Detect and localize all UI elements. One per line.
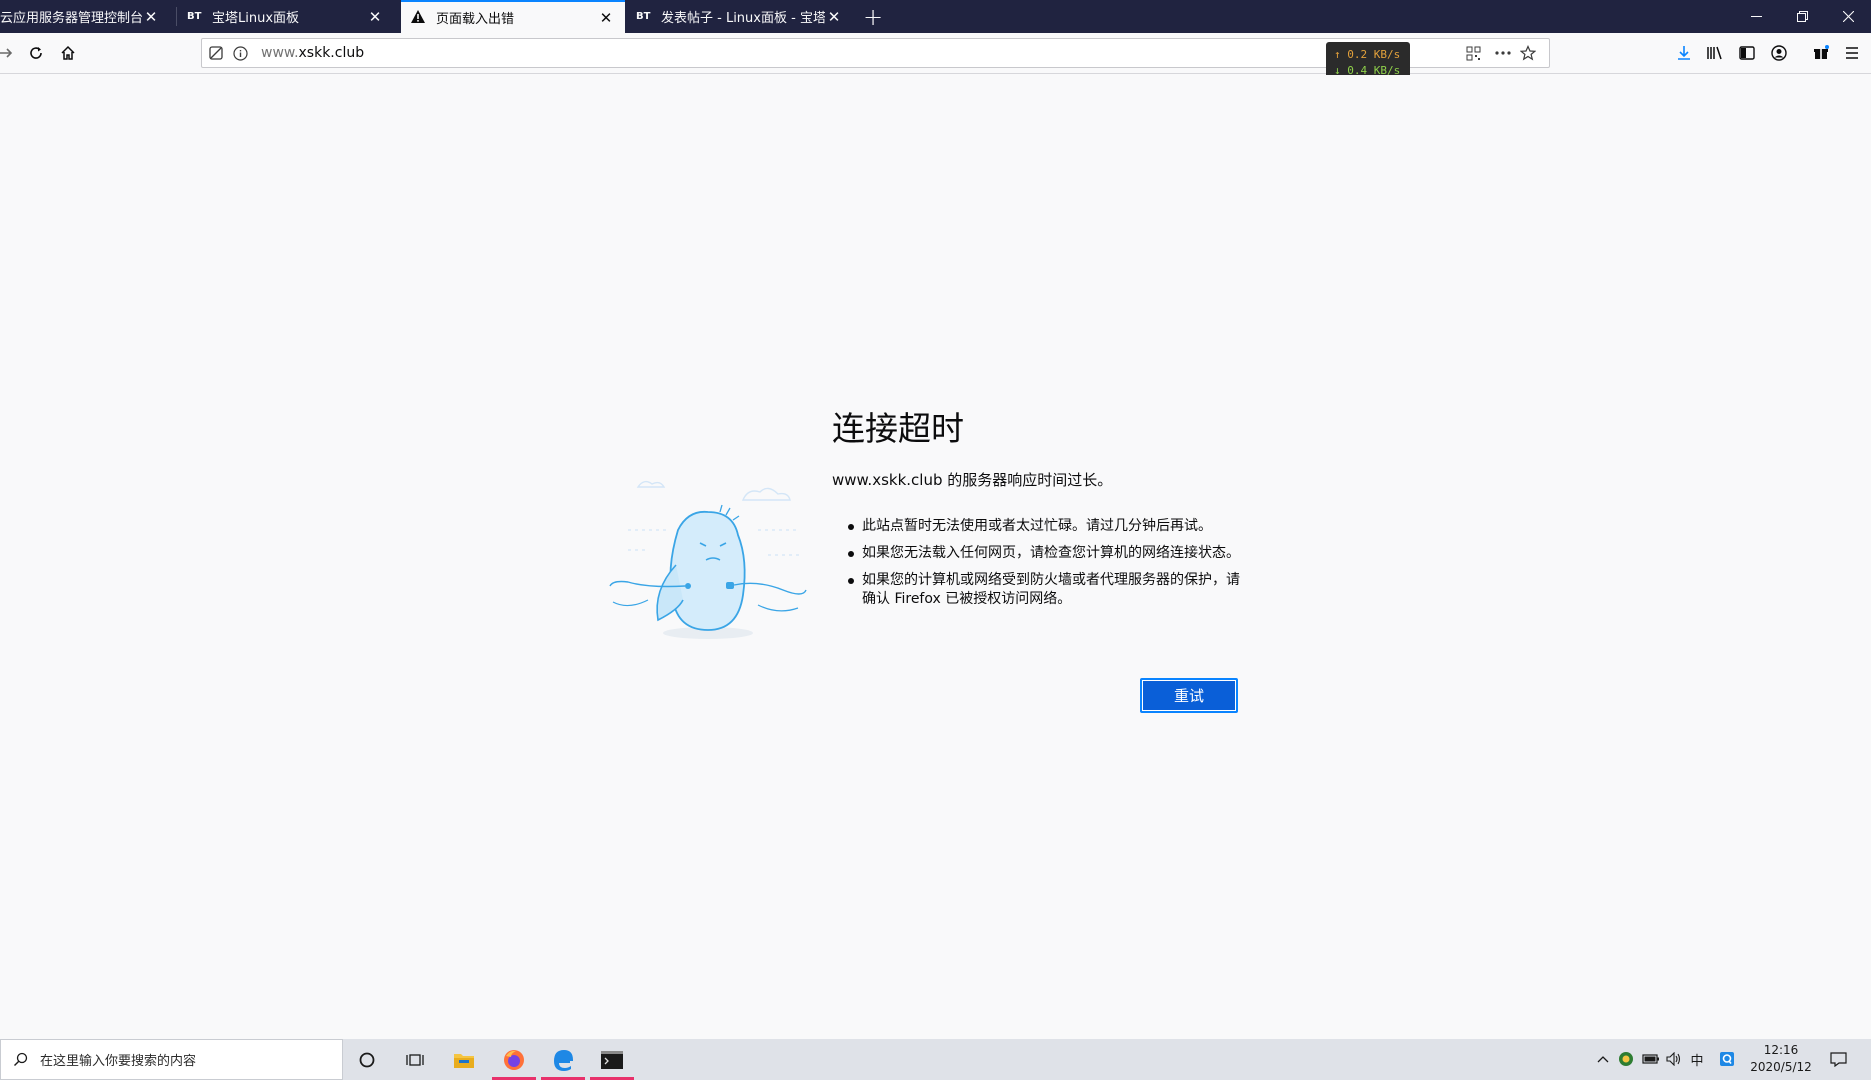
navigation-bar: www.xskk.club bbox=[0, 33, 1871, 74]
error-suggestions-list: 此站点暂时无法使用或者太过忙碌。请过几分钟后再试。 如果您无法载入任何网页，请检… bbox=[846, 517, 1246, 617]
list-item: 如果您的计算机或网络受到防火墙或者代理服务器的保护，请确认 Firefox 已被… bbox=[846, 571, 1246, 609]
ime-indicator[interactable]: 中 bbox=[1687, 1049, 1707, 1069]
reload-icon bbox=[30, 47, 42, 59]
task-view-icon bbox=[406, 1053, 424, 1066]
edge-icon bbox=[554, 1049, 573, 1071]
notification-center-icon[interactable] bbox=[1828, 1049, 1848, 1069]
close-window-button[interactable] bbox=[1825, 0, 1871, 33]
arrow-right-icon bbox=[0, 48, 13, 58]
tab-label: 页面载入出错 bbox=[436, 12, 515, 27]
restore-button[interactable] bbox=[1779, 0, 1825, 33]
gift-icon bbox=[1814, 45, 1829, 59]
url-text: www.xskk.club bbox=[261, 45, 364, 61]
menu-button[interactable] bbox=[1838, 39, 1866, 67]
error-description: www.xskk.club 的服务器响应时间过长。 bbox=[832, 471, 1113, 489]
url-domain: xskk.club bbox=[298, 45, 365, 61]
cortana-button[interactable] bbox=[343, 1039, 391, 1080]
close-window-icon bbox=[1842, 11, 1854, 22]
tracking-protection-icon[interactable] bbox=[206, 43, 226, 63]
warning-icon bbox=[411, 9, 427, 26]
file-explorer-button[interactable] bbox=[440, 1039, 488, 1080]
url-prefix: www. bbox=[261, 45, 299, 61]
search-placeholder: 在这里输入你要搜索的内容 bbox=[40, 1054, 197, 1069]
taskbar: 在这里输入你要搜索的内容 中 12:16 2020/5/12 bbox=[0, 1039, 1871, 1080]
firefox-taskbar-button[interactable] bbox=[490, 1039, 538, 1080]
bookmark-star-icon[interactable] bbox=[1518, 43, 1538, 63]
error-title: 连接超时 bbox=[832, 409, 964, 448]
page-actions-icon[interactable] bbox=[1493, 43, 1513, 63]
minimize-button[interactable] bbox=[1733, 0, 1779, 33]
bt-favicon-icon: BT bbox=[187, 11, 202, 22]
tab-cloud-console[interactable]: 云应用服务器管理控制台 ✕ bbox=[0, 0, 170, 33]
volume-icon[interactable] bbox=[1664, 1049, 1684, 1069]
home-icon bbox=[61, 45, 75, 60]
home-button[interactable] bbox=[54, 39, 82, 67]
app-tray-icon[interactable] bbox=[1616, 1049, 1636, 1069]
error-illustration bbox=[608, 470, 808, 649]
clock-time: 12:16 bbox=[1763, 1043, 1799, 1057]
library-icon bbox=[1707, 46, 1722, 60]
close-icon[interactable]: ✕ bbox=[366, 8, 384, 26]
firefox-icon bbox=[504, 1049, 524, 1070]
bt-favicon-icon: BT bbox=[636, 11, 651, 22]
sidebar-icon bbox=[1739, 46, 1755, 60]
edge-taskbar-button[interactable] bbox=[539, 1039, 587, 1080]
minimize-icon bbox=[1750, 15, 1762, 17]
forward-button[interactable] bbox=[0, 39, 20, 67]
tab-label: 发表帖子 - Linux面板 - 宝塔面 bbox=[661, 11, 825, 26]
clock-date: 2020/5/12 bbox=[1750, 1060, 1812, 1074]
download-icon bbox=[1678, 46, 1690, 60]
tab-bt-panel[interactable]: BT 宝塔Linux面板 ✕ bbox=[177, 0, 394, 33]
task-view-button[interactable] bbox=[391, 1039, 439, 1080]
close-icon[interactable]: ✕ bbox=[825, 8, 843, 26]
terminal-taskbar-button[interactable] bbox=[588, 1039, 636, 1080]
cortana-circle-icon bbox=[359, 1052, 375, 1067]
retry-button[interactable]: 重试 bbox=[1140, 678, 1238, 713]
taskbar-search-box[interactable]: 在这里输入你要搜索的内容 bbox=[0, 1039, 343, 1080]
new-tab-button[interactable]: + bbox=[856, 0, 890, 33]
tab-bt-post[interactable]: BT 发表帖子 - Linux面板 - 宝塔面 ✕ bbox=[626, 0, 853, 33]
upload-speed: ↑ 0.2 KB/s bbox=[1334, 48, 1401, 61]
taskbar-clock[interactable]: 12:16 2020/5/12 bbox=[1742, 1042, 1820, 1076]
account-button[interactable] bbox=[1765, 39, 1793, 67]
hamburger-menu-icon bbox=[1846, 47, 1858, 59]
downloads-button[interactable] bbox=[1670, 39, 1698, 67]
tab-label: 云应用服务器管理控制台 bbox=[0, 11, 142, 26]
list-item: 如果您无法载入任何网页，请检查您计算机的网络连接状态。 bbox=[846, 544, 1246, 563]
sidebar-button[interactable] bbox=[1733, 39, 1761, 67]
whats-new-button[interactable] bbox=[1807, 39, 1835, 67]
battery-icon[interactable] bbox=[1641, 1049, 1661, 1069]
account-icon bbox=[1771, 45, 1787, 61]
tab-page-load-error[interactable]: 页面载入出错 ✕ bbox=[401, 0, 625, 33]
tab-bar: 云应用服务器管理控制台 ✕ BT 宝塔Linux面板 ✕ 页面载入出错 ✕ BT… bbox=[0, 0, 1871, 33]
library-button[interactable] bbox=[1701, 39, 1729, 67]
folder-icon bbox=[454, 1053, 474, 1068]
info-icon[interactable] bbox=[230, 43, 250, 63]
restore-icon bbox=[1796, 11, 1808, 22]
qr-code-icon[interactable] bbox=[1463, 43, 1483, 63]
close-icon[interactable]: ✕ bbox=[597, 9, 615, 27]
search-icon bbox=[14, 1052, 28, 1066]
reload-button[interactable] bbox=[22, 39, 50, 67]
terminal-icon bbox=[601, 1050, 623, 1069]
close-icon[interactable]: ✕ bbox=[142, 8, 160, 26]
qq-tray-icon[interactable] bbox=[1717, 1049, 1737, 1069]
list-item: 此站点暂时无法使用或者太过忙碌。请过几分钟后再试。 bbox=[846, 517, 1246, 536]
chevron-up-icon[interactable] bbox=[1593, 1049, 1613, 1069]
tab-label: 宝塔Linux面板 bbox=[212, 11, 300, 26]
